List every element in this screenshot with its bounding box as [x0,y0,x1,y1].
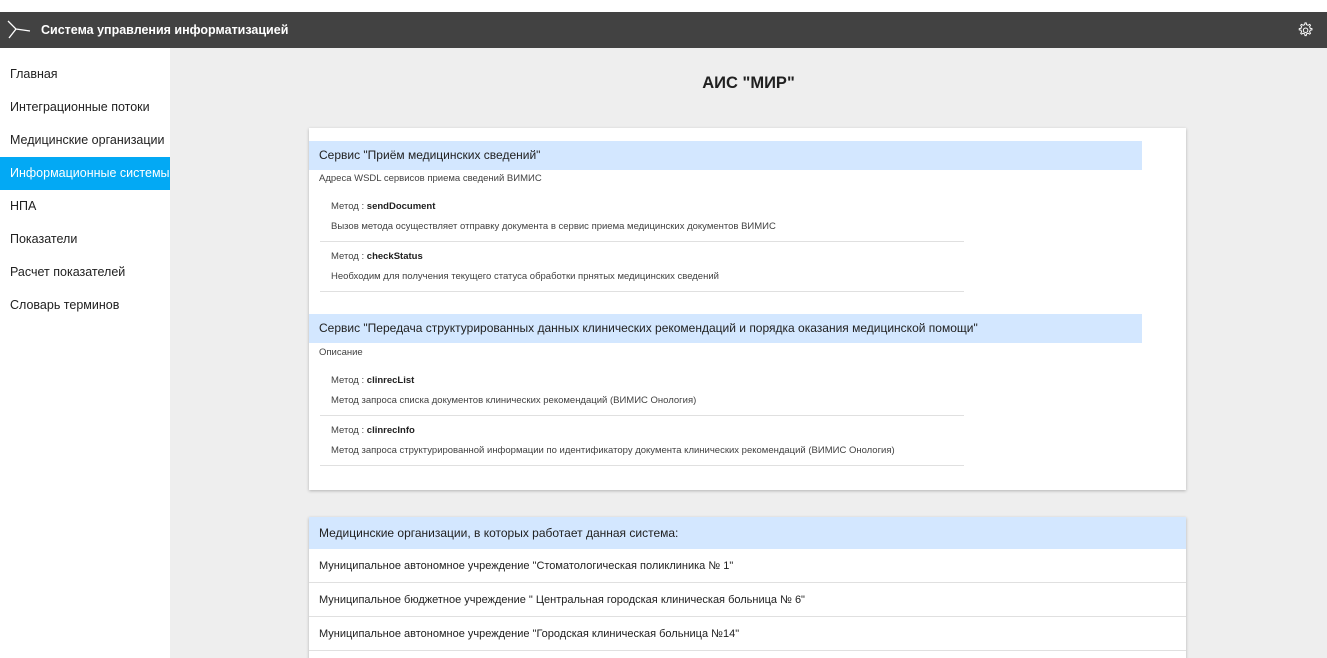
service-header: Сервис "Приём медицинских сведений" [309,141,1142,170]
method-description: Метод запроса структурированной информац… [331,445,895,456]
method-item: Метод : clinrecList Метод запроса списка… [320,366,964,416]
method-item: Метод : sendDocument Вызов метода осущес… [320,192,964,242]
method-description: Необходим для получения текущего статуса… [331,271,719,282]
branch-logo-icon[interactable] [7,18,31,42]
gear-icon[interactable] [1296,21,1314,39]
organization-row[interactable]: Муниципальное автономное учреждение "Гор… [309,617,1186,651]
sidebar-item-npa[interactable]: НПА [0,190,170,223]
organization-row[interactable]: Муниципальное автономное учреждение "Сто… [309,549,1186,583]
organizations-header: Медицинские организации, в которых работ… [309,517,1186,549]
sidebar-item-indicator-calculation[interactable]: Расчет показателей [0,256,170,289]
method-name: Метод : checkStatus [331,251,423,262]
app-title[interactable]: Система управления информатизацией [41,23,288,37]
method-item: Метод : checkStatus Необходим для получе… [320,242,964,292]
sidebar-item-glossary[interactable]: Словарь терминов [0,289,170,322]
method-description: Вызов метода осуществляет отправку докум… [331,221,776,232]
method-name: Метод : clinrecList [331,375,415,386]
sidebar-item-information-systems[interactable]: Информационные системы [0,157,170,190]
method-name: Метод : sendDocument [331,201,436,212]
organization-row[interactable]: Муниципальное бюджетное учреждение " Цен… [309,583,1186,617]
sidebar-item-integration-flows[interactable]: Интеграционные потоки [0,91,170,124]
method-item: Метод : clinrecInfo Метод запроса структ… [320,416,964,466]
page-title: АИС "МИР" [702,74,795,92]
services-card: Сервис "Приём медицинских сведений" Адре… [309,128,1186,490]
sidebar-item-indicators[interactable]: Показатели [0,223,170,256]
service-header: Сервис "Передача структурированных данны… [309,314,1142,343]
method-name: Метод : clinrecInfo [331,425,415,436]
method-description: Метод запроса списка документов клиничес… [331,395,697,406]
organizations-card: Медицинские организации, в которых работ… [309,517,1186,658]
main-content: АИС "МИР" Сервис "Приём медицинских свед… [170,48,1327,658]
sidebar-nav: Главная Интеграционные потоки Медицински… [0,48,170,658]
sidebar-item-medical-organizations[interactable]: Медицинские организации [0,124,170,157]
service-description: Адреса WSDL сервисов приема сведений ВИМ… [319,173,542,184]
top-app-bar: Система управления информатизацией [0,12,1327,48]
service-description: Описание [319,347,363,358]
sidebar-item-home[interactable]: Главная [0,58,170,91]
